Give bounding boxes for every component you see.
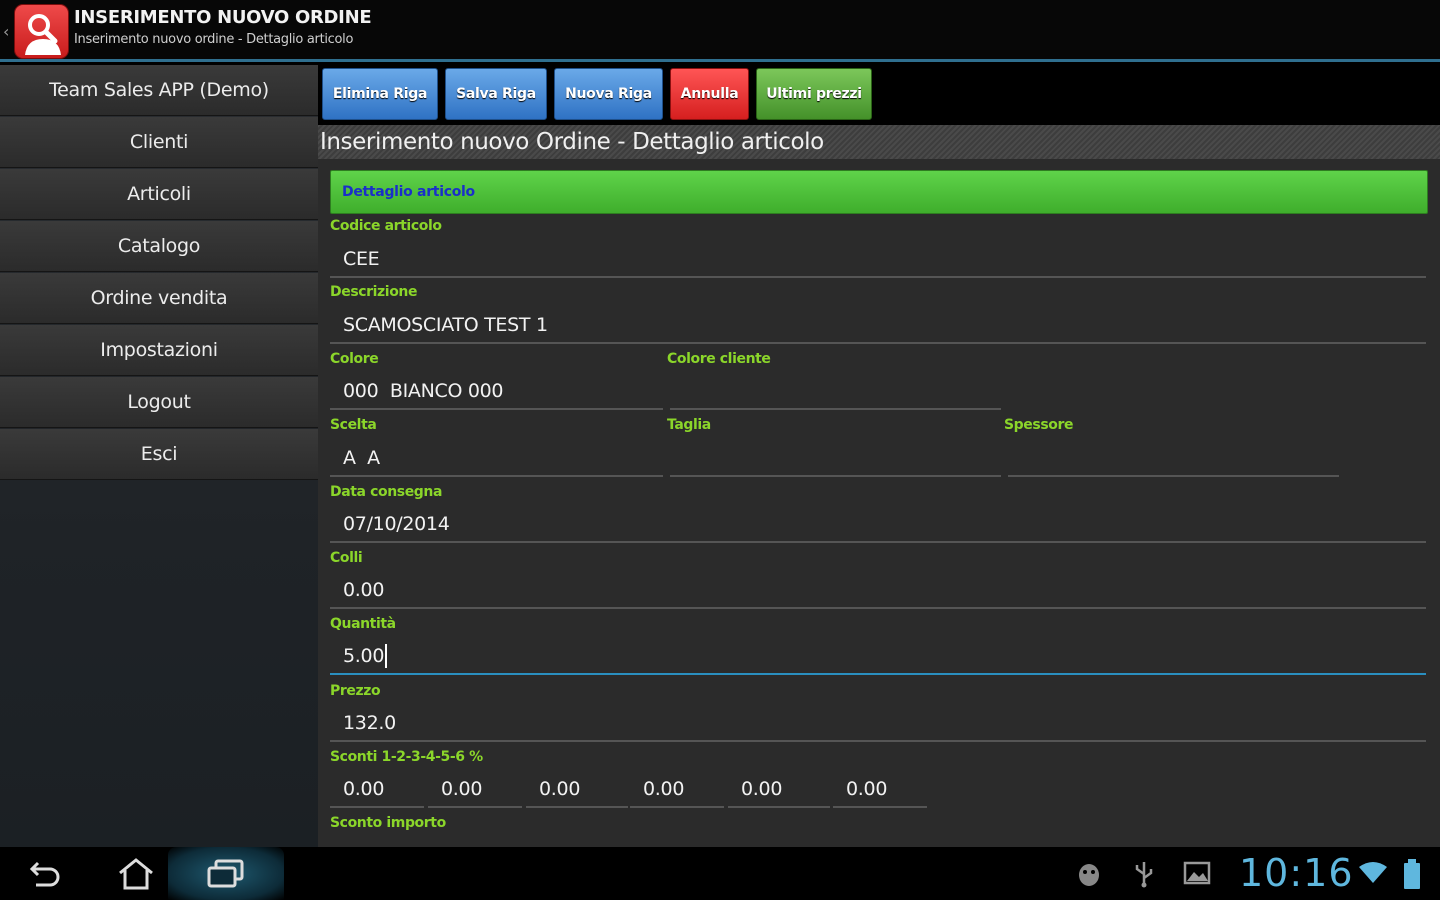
android-debug-icon [1076, 860, 1102, 892]
colli-label: Colli [330, 550, 363, 566]
sidebar-item-clienti[interactable]: Clienti [0, 117, 318, 168]
colore-field[interactable]: 000 BIANCO 000 [330, 374, 663, 410]
codice-articolo-label: Codice articolo [330, 218, 442, 234]
descrizione-label: Descrizione [330, 284, 418, 300]
sidebar-item-articoli[interactable]: Articoli [0, 169, 318, 220]
prezzo-label: Prezzo [330, 683, 381, 699]
colore-cliente-label: Colore cliente [667, 351, 771, 367]
sidebar-item-impostazioni[interactable]: Impostazioni [0, 325, 318, 376]
nuova-riga-button[interactable]: Nuova Riga [554, 68, 663, 120]
sconto-3-field[interactable]: 0.00 [526, 772, 628, 808]
sidebar-item-ordine-vendita[interactable]: Ordine vendita [0, 273, 318, 324]
sconto-5-field[interactable]: 0.00 [728, 772, 830, 808]
sidebar-item-team-sales[interactable]: Team Sales APP (Demo) [0, 65, 318, 116]
home-icon[interactable] [116, 857, 156, 895]
data-consegna-label: Data consegna [330, 484, 443, 500]
descrizione-field[interactable]: SCAMOSCIATO TEST 1 [330, 308, 1426, 344]
sidebar-item-catalogo[interactable]: Catalogo [0, 221, 318, 272]
data-consegna-field[interactable]: 07/10/2014 [330, 507, 1426, 543]
colore-cliente-field[interactable] [670, 374, 1001, 410]
sconto-4-field[interactable]: 0.00 [630, 772, 724, 808]
colli-field[interactable]: 0.00 [330, 573, 1426, 609]
ultimi-prezzi-button[interactable]: Ultimi prezzi [756, 68, 872, 120]
quantita-field[interactable]: 5.00 [330, 639, 1426, 675]
action-bar: ‹ INSERIMENTO NUOVO ORDINE Inserimento n… [0, 0, 1440, 62]
codice-articolo-field[interactable]: CEE [330, 242, 1426, 278]
salva-riga-button[interactable]: Salva Riga [445, 68, 547, 120]
sconto-2-field[interactable]: 0.00 [428, 772, 522, 808]
system-navigation-bar: 10:16 [0, 847, 1440, 900]
colore-label: Colore [330, 351, 379, 367]
sidebar-item-esci[interactable]: Esci [0, 429, 318, 480]
app-subtitle: Inserimento nuovo ordine - Dettaglio art… [74, 32, 354, 47]
sidebar-menu: Team Sales APP (Demo) Clienti Articoli C… [0, 65, 318, 847]
quantita-label: Quantità [330, 616, 396, 632]
recent-apps-icon[interactable] [206, 857, 246, 895]
spessore-field[interactable] [1008, 441, 1339, 477]
annulla-button[interactable]: Annulla [670, 68, 749, 120]
status-clock: 10:16 [1239, 851, 1354, 895]
text-cursor [385, 644, 388, 668]
taglia-label: Taglia [667, 417, 711, 433]
app-title: INSERIMENTO NUOVO ORDINE [74, 7, 372, 28]
up-caret-icon[interactable]: ‹ [3, 22, 9, 41]
scelta-label: Scelta [330, 417, 377, 433]
prezzo-field[interactable]: 132.0 [330, 706, 1426, 742]
sconti-label: Sconti 1-2-3-4-5-6 % [330, 749, 483, 765]
battery-icon [1402, 858, 1422, 894]
spessore-label: Spessore [1004, 417, 1074, 433]
scelta-field[interactable]: A A [330, 441, 663, 477]
quantita-value: 5.00 [343, 645, 385, 667]
wifi-icon [1358, 861, 1388, 889]
main-panel: Elimina Riga Salva Riga Nuova Riga Annul… [318, 65, 1440, 847]
app-logo-icon[interactable] [14, 4, 69, 59]
sconto-importo-label: Sconto importo [330, 815, 446, 831]
sconto-6-field[interactable]: 0.00 [833, 772, 927, 808]
page-title: Inserimento nuovo Ordine - Dettaglio art… [318, 125, 1440, 159]
section-header-dettaglio: Dettaglio articolo [330, 170, 1428, 214]
sconto-1-field[interactable]: 0.00 [330, 772, 424, 808]
back-icon[interactable] [28, 857, 64, 895]
elimina-riga-button[interactable]: Elimina Riga [322, 68, 438, 120]
toolbar: Elimina Riga Salva Riga Nuova Riga Annul… [318, 65, 1440, 125]
taglia-field[interactable] [670, 441, 1001, 477]
sidebar-item-logout[interactable]: Logout [0, 377, 318, 428]
gallery-notification-icon [1183, 860, 1211, 890]
usb-icon [1133, 860, 1155, 892]
